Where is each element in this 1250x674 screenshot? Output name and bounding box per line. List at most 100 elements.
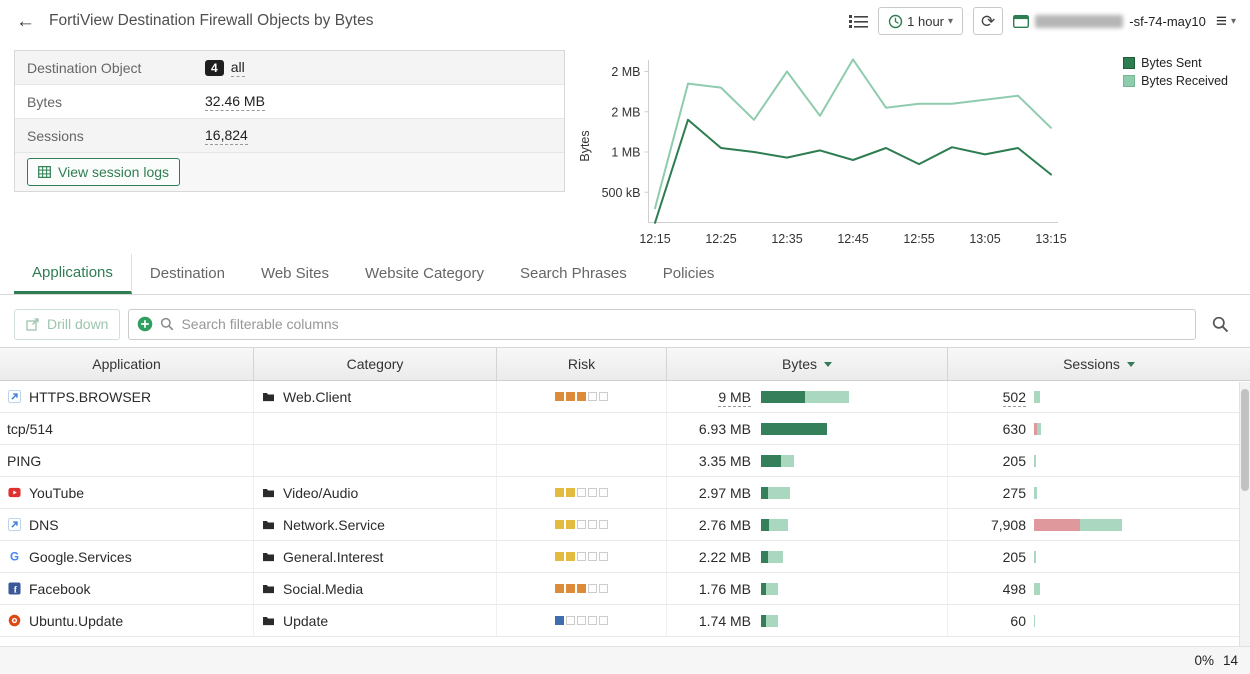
bytes-value: 6.93 MB: [699, 421, 751, 437]
bytes-value: 9 MB: [718, 389, 751, 407]
risk-cell: [497, 541, 667, 572]
hamburger-icon: ≡: [1216, 12, 1227, 31]
sessions-value: 60: [1010, 613, 1026, 629]
top-bar-controls: 1 hour ▾ ⟳ -sf-74-may10 ≡ ▾: [849, 7, 1250, 35]
bytes-cell: 1.74 MB: [667, 605, 948, 636]
chart-legend: Bytes Sent Bytes Received: [1123, 56, 1228, 88]
tab-search-phrases[interactable]: Search Phrases: [502, 254, 645, 294]
device-selector[interactable]: -sf-74-may10: [1013, 14, 1206, 29]
tab-policies[interactable]: Policies: [645, 254, 733, 294]
svg-text:G: G: [9, 550, 18, 563]
risk-block: [599, 488, 608, 497]
risk-block: [588, 552, 597, 561]
application-cell: fFacebook: [0, 573, 254, 604]
table-grid-icon: [38, 166, 51, 178]
bytes-cell: 6.93 MB: [667, 413, 948, 444]
risk-block: [566, 392, 575, 401]
vertical-scrollbar[interactable]: [1239, 382, 1250, 646]
summary-row-sessions: Sessions 16,824: [15, 119, 564, 153]
main-menu-button[interactable]: ≡ ▾: [1216, 12, 1236, 31]
tab-destination[interactable]: Destination: [132, 254, 243, 294]
summary-row-destination-object: Destination Object 4all: [15, 51, 564, 85]
category-cell: Social.Media: [254, 573, 497, 604]
svg-text:2 MB: 2 MB: [611, 105, 640, 119]
category-name: Video/Audio: [283, 485, 358, 501]
category-name: Network.Service: [283, 517, 385, 533]
svg-text:12:35: 12:35: [771, 232, 802, 246]
risk-block: [555, 584, 564, 593]
column-header-risk[interactable]: Risk: [497, 348, 667, 380]
device-name-redacted: [1035, 15, 1123, 28]
drill-down-button[interactable]: Drill down: [14, 309, 120, 340]
risk-block: [577, 552, 586, 561]
tab-applications[interactable]: Applications: [14, 254, 132, 294]
summary-button-row: View session logs: [15, 153, 564, 191]
column-header-category[interactable]: Category: [254, 348, 497, 380]
column-label: Application: [92, 356, 161, 372]
sessions-value: 498: [1003, 581, 1026, 597]
table-row[interactable]: fFacebookSocial.Media1.76 MB498: [0, 573, 1250, 605]
status-percent: 0%: [1194, 653, 1214, 668]
time-range-dropdown[interactable]: 1 hour ▾: [878, 7, 963, 35]
category-cell: Web.Client: [254, 381, 497, 412]
table-row[interactable]: DNSNetwork.Service2.76 MB7,908: [0, 509, 1250, 541]
application-name: Ubuntu.Update: [29, 613, 123, 629]
search-input[interactable]: [181, 316, 1187, 332]
change-view-icon[interactable]: [849, 14, 868, 29]
filter-search-box: [128, 309, 1196, 340]
svg-text:13:05: 13:05: [969, 232, 1000, 246]
application-cell: GGoogle.Services: [0, 541, 254, 572]
value-bar: [761, 455, 794, 467]
category-name: Web.Client: [283, 389, 351, 405]
risk-block: [599, 392, 608, 401]
table-header: Application Category Risk Bytes Sessions: [0, 347, 1250, 381]
value-bar: [1034, 487, 1037, 499]
table-row[interactable]: GGoogle.ServicesGeneral.Interest2.22 MB2…: [0, 541, 1250, 573]
sessions-cell: 205: [948, 445, 1250, 476]
risk-cell: [497, 509, 667, 540]
table-row[interactable]: tcp/5146.93 MB630: [0, 413, 1250, 445]
tab-web-sites[interactable]: Web Sites: [243, 254, 347, 294]
value-bar: [1034, 583, 1040, 595]
view-session-logs-button[interactable]: View session logs: [27, 158, 180, 186]
back-icon[interactable]: ←: [16, 12, 35, 31]
bytes-cell: 2.97 MB: [667, 477, 948, 508]
column-header-sessions[interactable]: Sessions: [948, 348, 1250, 380]
risk-block: [588, 488, 597, 497]
table-row[interactable]: YouTubeVideo/Audio2.97 MB275: [0, 477, 1250, 509]
tab-bar: Applications Destination Web Sites Websi…: [0, 254, 1250, 295]
table-row[interactable]: Ubuntu.Update Update 1.74 MB 60: [0, 605, 1250, 637]
time-range-label: 1 hour: [907, 14, 944, 29]
column-label: Bytes: [782, 356, 817, 372]
risk-block: [599, 552, 608, 561]
tab-website-category[interactable]: Website Category: [347, 254, 502, 294]
risk-block: [588, 584, 597, 593]
scrollbar-thumb[interactable]: [1241, 389, 1249, 491]
risk-block: [577, 520, 586, 529]
refresh-icon: ⟳: [981, 13, 995, 30]
chevron-down-icon: ▾: [1231, 16, 1236, 27]
risk-cell: [497, 605, 667, 636]
bytes-cell: 9 MB: [667, 381, 948, 412]
sessions-cell: 498: [948, 573, 1250, 604]
search-submit-button[interactable]: [1204, 309, 1236, 340]
ubuntu-icon: [7, 614, 21, 628]
value-bar: [761, 519, 788, 531]
risk-block: [577, 488, 586, 497]
value-bar: [1034, 519, 1122, 531]
table-row[interactable]: PING3.35 MB205: [0, 445, 1250, 477]
summary-label: Sessions: [27, 128, 205, 144]
application-icon: [7, 390, 21, 404]
summary-value-text: 16,824: [205, 127, 248, 145]
add-filter-icon[interactable]: [137, 316, 153, 332]
folder-icon: [261, 518, 275, 532]
application-cell: YouTube: [0, 477, 254, 508]
category-name: Update: [283, 613, 328, 629]
column-header-bytes[interactable]: Bytes: [667, 348, 948, 380]
svg-text:2 MB: 2 MB: [611, 65, 640, 79]
refresh-button[interactable]: ⟳: [973, 7, 1003, 35]
legend-item-bytes-received: Bytes Received: [1123, 74, 1228, 88]
table-row[interactable]: HTTPS.BROWSERWeb.Client9 MB502: [0, 381, 1250, 413]
application-name: DNS: [29, 517, 59, 533]
column-header-application[interactable]: Application: [0, 348, 254, 380]
